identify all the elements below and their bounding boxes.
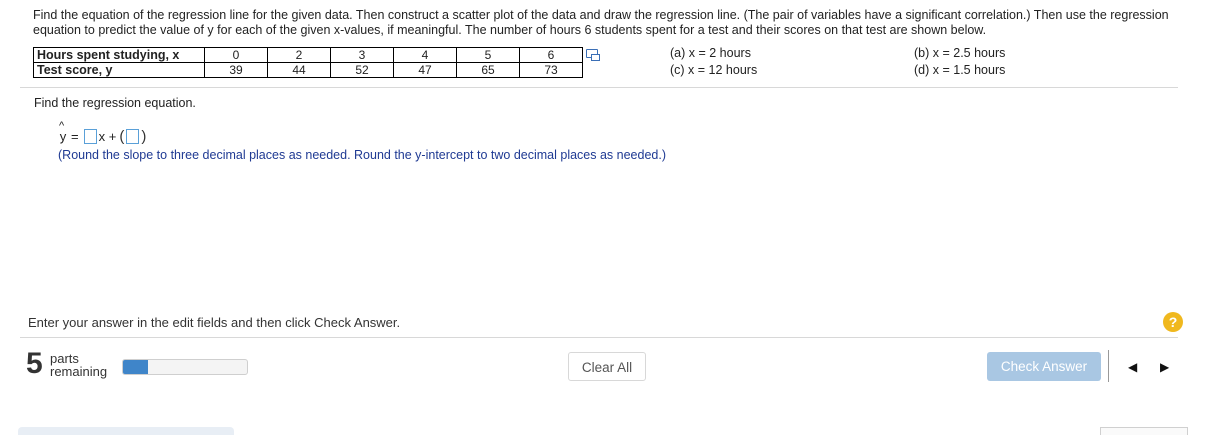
help-icon[interactable]: ? (1163, 312, 1183, 332)
clear-all-button[interactable]: Clear All (568, 352, 646, 381)
part-b-label: (b) x = 2.5 hours (914, 46, 1006, 60)
table-cell: 4 (393, 47, 457, 63)
row-label-score: Test score, y (33, 62, 205, 78)
y-hat-symbol: ^ y (59, 120, 67, 144)
data-table: Hours spent studying, x 0 2 3 4 5 6 Test… (33, 47, 583, 78)
table-row: Test score, y 39 44 52 47 65 73 (33, 62, 583, 78)
table-cell: 52 (330, 62, 394, 78)
previous-icon[interactable]: ◀ (1128, 360, 1137, 374)
table-cell: 3 (330, 47, 394, 63)
divider (20, 87, 1178, 88)
table-cell: 39 (204, 62, 268, 78)
regression-equation: ^ y = x + ( ) (59, 120, 147, 145)
parts-remaining-count: 5 (26, 347, 43, 380)
table-cell: 73 (519, 62, 583, 78)
progress-fill (123, 360, 148, 374)
progress-bar (122, 359, 248, 375)
problem-statement: Find the equation of the regression line… (33, 8, 1169, 37)
instruction-text: Enter your answer in the edit fields and… (28, 315, 401, 330)
bottom-scroll-element (18, 427, 234, 435)
part-a-label: (a) x = 2 hours (670, 46, 751, 60)
table-cell: 6 (519, 47, 583, 63)
rounding-hint: (Round the slope to three decimal places… (58, 148, 667, 162)
question-prompt: Find the regression equation. (34, 96, 196, 110)
part-c-label: (c) x = 12 hours (670, 63, 758, 77)
table-cell: 65 (456, 62, 520, 78)
popout-icon[interactable] (586, 49, 600, 61)
parts-remaining-label: parts remaining (50, 351, 108, 379)
table-cell: 44 (267, 62, 331, 78)
table-cell: 0 (204, 47, 268, 63)
slope-input[interactable] (83, 129, 97, 144)
part-d-label: (d) x = 1.5 hours (914, 63, 1006, 77)
table-cell: 47 (393, 62, 457, 78)
intercept-input[interactable] (126, 129, 140, 144)
check-answer-button[interactable]: Check Answer (987, 352, 1101, 381)
separator (1108, 350, 1109, 382)
table-cell: 2 (267, 47, 331, 63)
bottom-tab-element (1100, 427, 1188, 435)
table-cell: 5 (456, 47, 520, 63)
table-row: Hours spent studying, x 0 2 3 4 5 6 (33, 47, 583, 63)
divider (20, 337, 1178, 338)
next-icon[interactable]: ▶ (1160, 360, 1169, 374)
row-label-hours: Hours spent studying, x (33, 47, 205, 63)
